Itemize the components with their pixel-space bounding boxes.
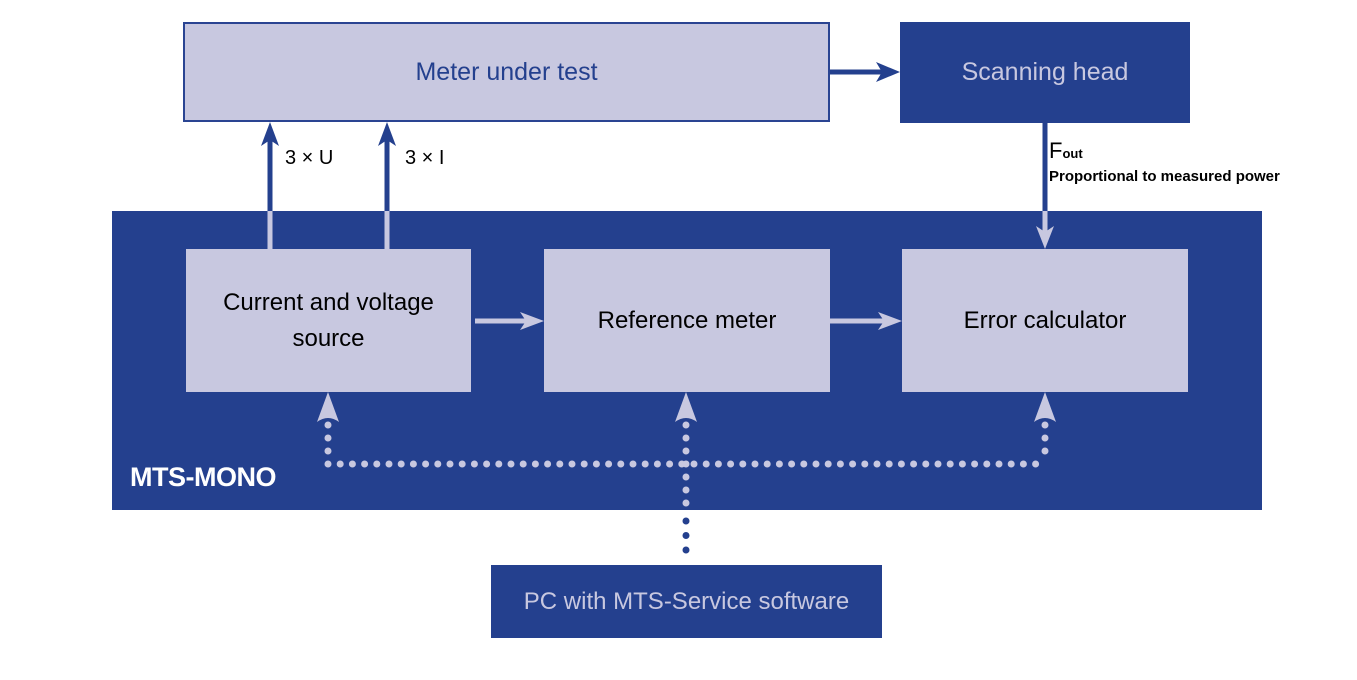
source-label-line1: Current and voltage	[223, 288, 434, 316]
meter-under-test-block: Meter under test	[183, 22, 830, 122]
control-arrowhead-error	[1034, 392, 1056, 422]
reference-meter-label: Reference meter	[597, 306, 777, 334]
current-arrow	[378, 122, 396, 249]
fout-main: F	[1049, 138, 1063, 163]
control-arrowhead-reference	[675, 392, 697, 422]
fout-description: Proportional to measured power	[1049, 168, 1280, 185]
scanning-head-label: Scanning head	[961, 58, 1129, 86]
system-label: MTS-MONO	[130, 462, 276, 492]
control-bus-dotted	[317, 392, 1056, 567]
pc-software-block: PC with MTS-Service software	[491, 565, 882, 638]
error-calculator-label: Error calculator	[963, 306, 1127, 334]
reference-meter-block: Reference meter	[544, 249, 830, 392]
voltage-signal-label: 3 × U	[285, 147, 334, 169]
meter-under-test-label: Meter under test	[415, 57, 598, 86]
voltage-arrow	[261, 122, 279, 249]
fout-label: Fout	[1049, 138, 1083, 164]
control-arrowhead-source	[317, 392, 339, 422]
source-label-line2: source	[292, 324, 365, 352]
reference-to-error-arrow	[830, 312, 902, 330]
fout-subscript: out	[1062, 146, 1083, 161]
current-signal-label: 3 × I	[405, 147, 445, 169]
scanning-head-block: Scanning head	[900, 22, 1190, 123]
error-calculator-block: Error calculator	[902, 249, 1188, 392]
current-voltage-source-block: Current and voltage source	[186, 249, 471, 392]
meter-to-scanner-arrow	[830, 62, 900, 82]
source-to-reference-arrow	[475, 312, 544, 330]
pc-software-label: PC with MTS-Service software	[523, 587, 850, 615]
